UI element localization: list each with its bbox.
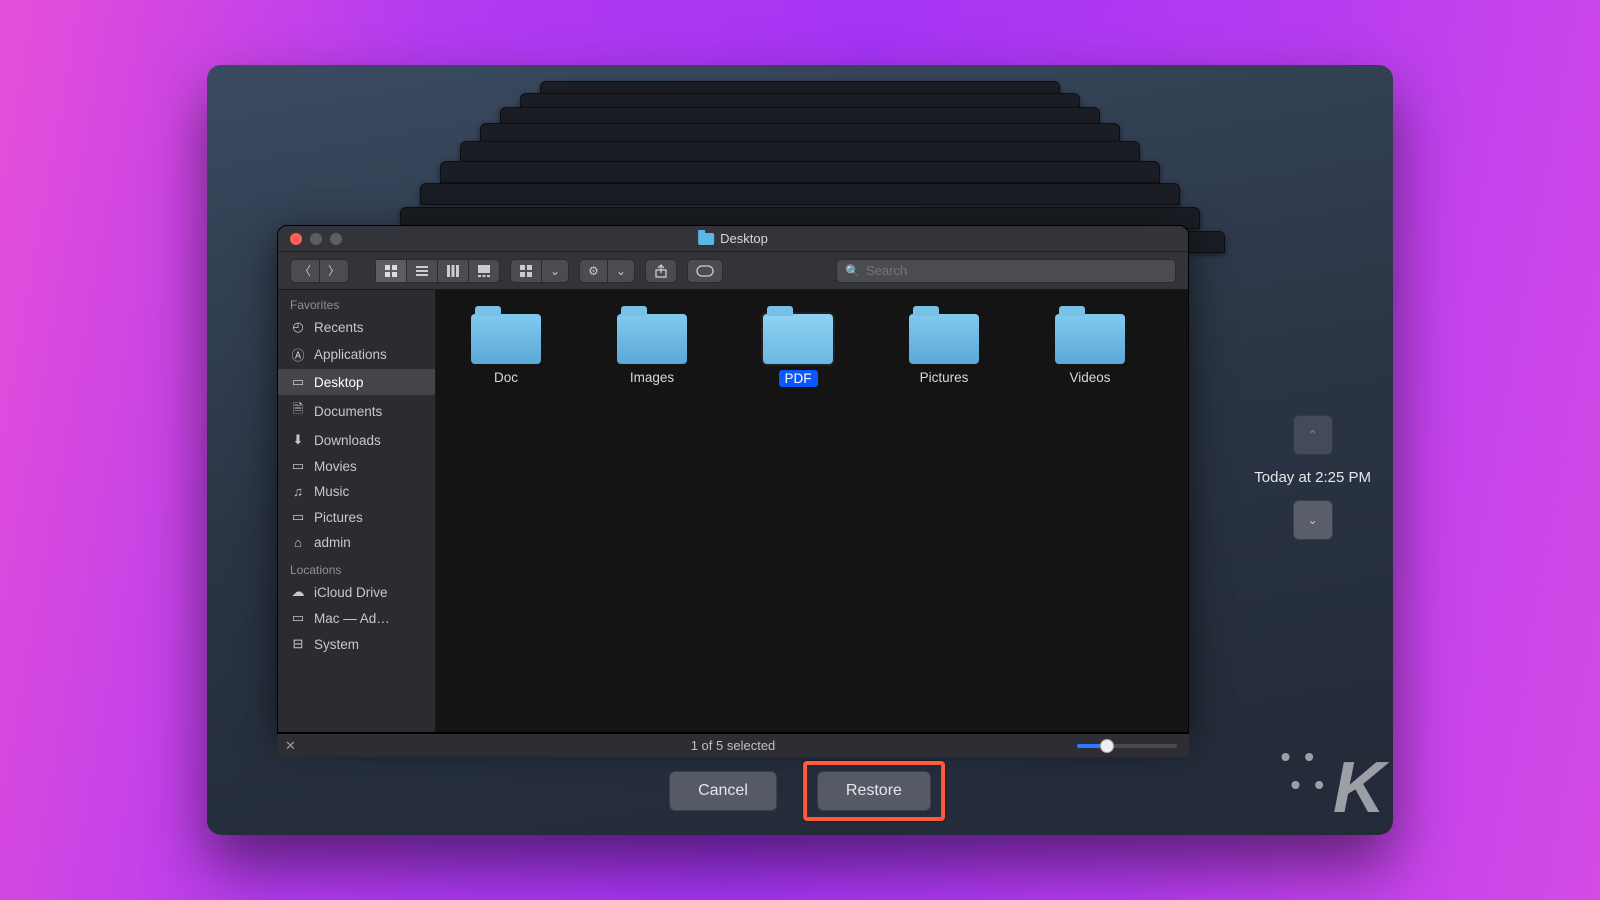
back-button[interactable]: 〈	[290, 259, 320, 283]
pictures-icon: ▭	[290, 509, 306, 525]
icon-size-slider[interactable]	[1077, 744, 1177, 748]
snapshot-timeline: ⌃ Today at 2:25 PM ⌄	[1254, 415, 1371, 540]
action-buttons: Cancel Restore	[669, 771, 931, 811]
view-mode-group	[375, 259, 500, 283]
sidebar-item-movies[interactable]: ▭ Movies	[278, 453, 435, 479]
zoom-window-icon[interactable]	[330, 233, 342, 245]
music-icon: ♫	[290, 484, 306, 499]
applications-icon: Ⓐ	[290, 345, 306, 364]
sidebar-item-music[interactable]: ♫ Music	[278, 479, 435, 504]
titlebar: Desktop	[278, 226, 1188, 252]
chevron-up-icon: ⌃	[1308, 429, 1318, 441]
sidebar-item-label: admin	[314, 535, 351, 550]
computer-icon: ▭	[290, 610, 306, 626]
sidebar-item-pictures[interactable]: ▭ Pictures	[278, 504, 435, 530]
sidebar-item-recents[interactable]: ◴ Recents	[278, 314, 435, 340]
sidebar-item-label: System	[314, 637, 359, 652]
list-view-button[interactable]	[406, 260, 437, 282]
window-title: Desktop	[698, 231, 768, 246]
folder-label: Doc	[494, 370, 518, 385]
sidebar-item-label: Desktop	[314, 375, 364, 390]
movies-icon: ▭	[290, 458, 306, 474]
forward-button[interactable]: 〉	[320, 259, 349, 283]
close-window-icon[interactable]	[290, 233, 302, 245]
folder-icon	[617, 314, 687, 364]
folder-icon	[471, 314, 541, 364]
tag-icon	[696, 265, 714, 277]
sidebar-item-documents[interactable]: 🗎 Documents	[278, 395, 435, 427]
share-icon	[654, 264, 668, 278]
share-button[interactable]	[645, 259, 677, 283]
sidebar-item-applications[interactable]: Ⓐ Applications	[278, 340, 435, 369]
gallery-view-button[interactable]	[468, 260, 499, 282]
folder-icon	[909, 314, 979, 364]
chevron-down-icon: ⌄	[1308, 514, 1318, 526]
action-dropdown[interactable]: ⚙ ⌄	[579, 259, 635, 283]
downloads-icon: ⬇	[290, 432, 306, 448]
previous-snapshot-button[interactable]: ⌃	[1293, 415, 1333, 455]
sidebar-item-icloud[interactable]: ☁ iCloud Drive	[278, 579, 435, 605]
icon-view-button[interactable]	[376, 260, 406, 282]
selection-status: 1 of 5 selected	[691, 738, 776, 753]
desktop-icon: ▭	[290, 374, 306, 390]
sidebar-item-label: Applications	[314, 347, 387, 362]
minimize-window-icon[interactable]	[310, 233, 322, 245]
folder-icon	[698, 233, 714, 245]
gear-icon: ⚙	[588, 265, 599, 277]
folder-label: Pictures	[920, 370, 969, 385]
folder-icon	[1055, 314, 1125, 364]
folder-label: Images	[630, 370, 674, 385]
documents-icon: 🗎	[290, 400, 306, 422]
sidebar-item-label: Documents	[314, 404, 382, 419]
traffic-lights	[278, 233, 342, 245]
sidebar-item-admin[interactable]: ⌂ admin	[278, 530, 435, 555]
sidebar: Favorites ◴ Recents Ⓐ Applications ▭ Des…	[278, 290, 436, 732]
folder-label: Videos	[1069, 370, 1110, 385]
folder-label: PDF	[779, 370, 818, 387]
folder-item-doc[interactable]: Doc	[456, 308, 556, 387]
column-view-button[interactable]	[437, 260, 468, 282]
close-icon[interactable]: ✕	[285, 738, 296, 754]
sidebar-item-label: Pictures	[314, 510, 363, 525]
sidebar-item-label: Mac — Ad…	[314, 611, 390, 626]
disk-icon: ⊟	[290, 636, 306, 652]
next-snapshot-button[interactable]: ⌄	[1293, 500, 1333, 540]
sidebar-heading-locations: Locations	[278, 555, 435, 579]
sidebar-item-downloads[interactable]: ⬇ Downloads	[278, 427, 435, 453]
time-machine-window: Desktop 〈 〉	[207, 65, 1393, 835]
folder-item-videos[interactable]: Videos	[1040, 308, 1140, 387]
folder-item-pdf[interactable]: PDF	[748, 308, 848, 387]
sidebar-item-label: Music	[314, 484, 349, 499]
tags-button[interactable]	[687, 259, 723, 283]
sidebar-item-system[interactable]: ⊟ System	[278, 631, 435, 657]
sidebar-heading-favorites: Favorites	[278, 290, 435, 314]
cancel-button[interactable]: Cancel	[669, 771, 777, 811]
annotation-highlight	[803, 761, 945, 821]
folder-item-pictures[interactable]: Pictures	[894, 308, 994, 387]
toolbar: 〈 〉 ⌄	[278, 252, 1188, 290]
clock-icon: ◴	[290, 319, 306, 335]
sidebar-item-label: Movies	[314, 459, 357, 474]
search-field[interactable]: 🔍	[836, 259, 1176, 283]
sidebar-item-label: Recents	[314, 320, 364, 335]
home-icon: ⌂	[290, 535, 306, 550]
search-icon: 🔍	[845, 265, 860, 277]
window-title-text: Desktop	[720, 231, 768, 246]
finder-window: Desktop 〈 〉	[277, 225, 1189, 733]
folder-icon	[763, 314, 833, 364]
status-bar: ✕ 1 of 5 selected	[277, 733, 1189, 757]
sidebar-item-desktop[interactable]: ▭ Desktop	[278, 369, 435, 395]
cloud-icon: ☁	[290, 584, 306, 600]
group-by-dropdown[interactable]: ⌄	[510, 259, 569, 283]
watermark-logo: • •• • K	[1281, 743, 1383, 829]
sidebar-item-mac[interactable]: ▭ Mac — Ad…	[278, 605, 435, 631]
sidebar-item-label: iCloud Drive	[314, 585, 388, 600]
nav-arrows: 〈 〉	[290, 259, 349, 283]
folder-item-images[interactable]: Images	[602, 308, 702, 387]
sidebar-item-label: Downloads	[314, 433, 381, 448]
snapshot-timestamp: Today at 2:25 PM	[1254, 469, 1371, 486]
search-input[interactable]	[866, 263, 1167, 278]
file-grid[interactable]: Doc Images PDF Pictures Videos	[436, 290, 1188, 732]
